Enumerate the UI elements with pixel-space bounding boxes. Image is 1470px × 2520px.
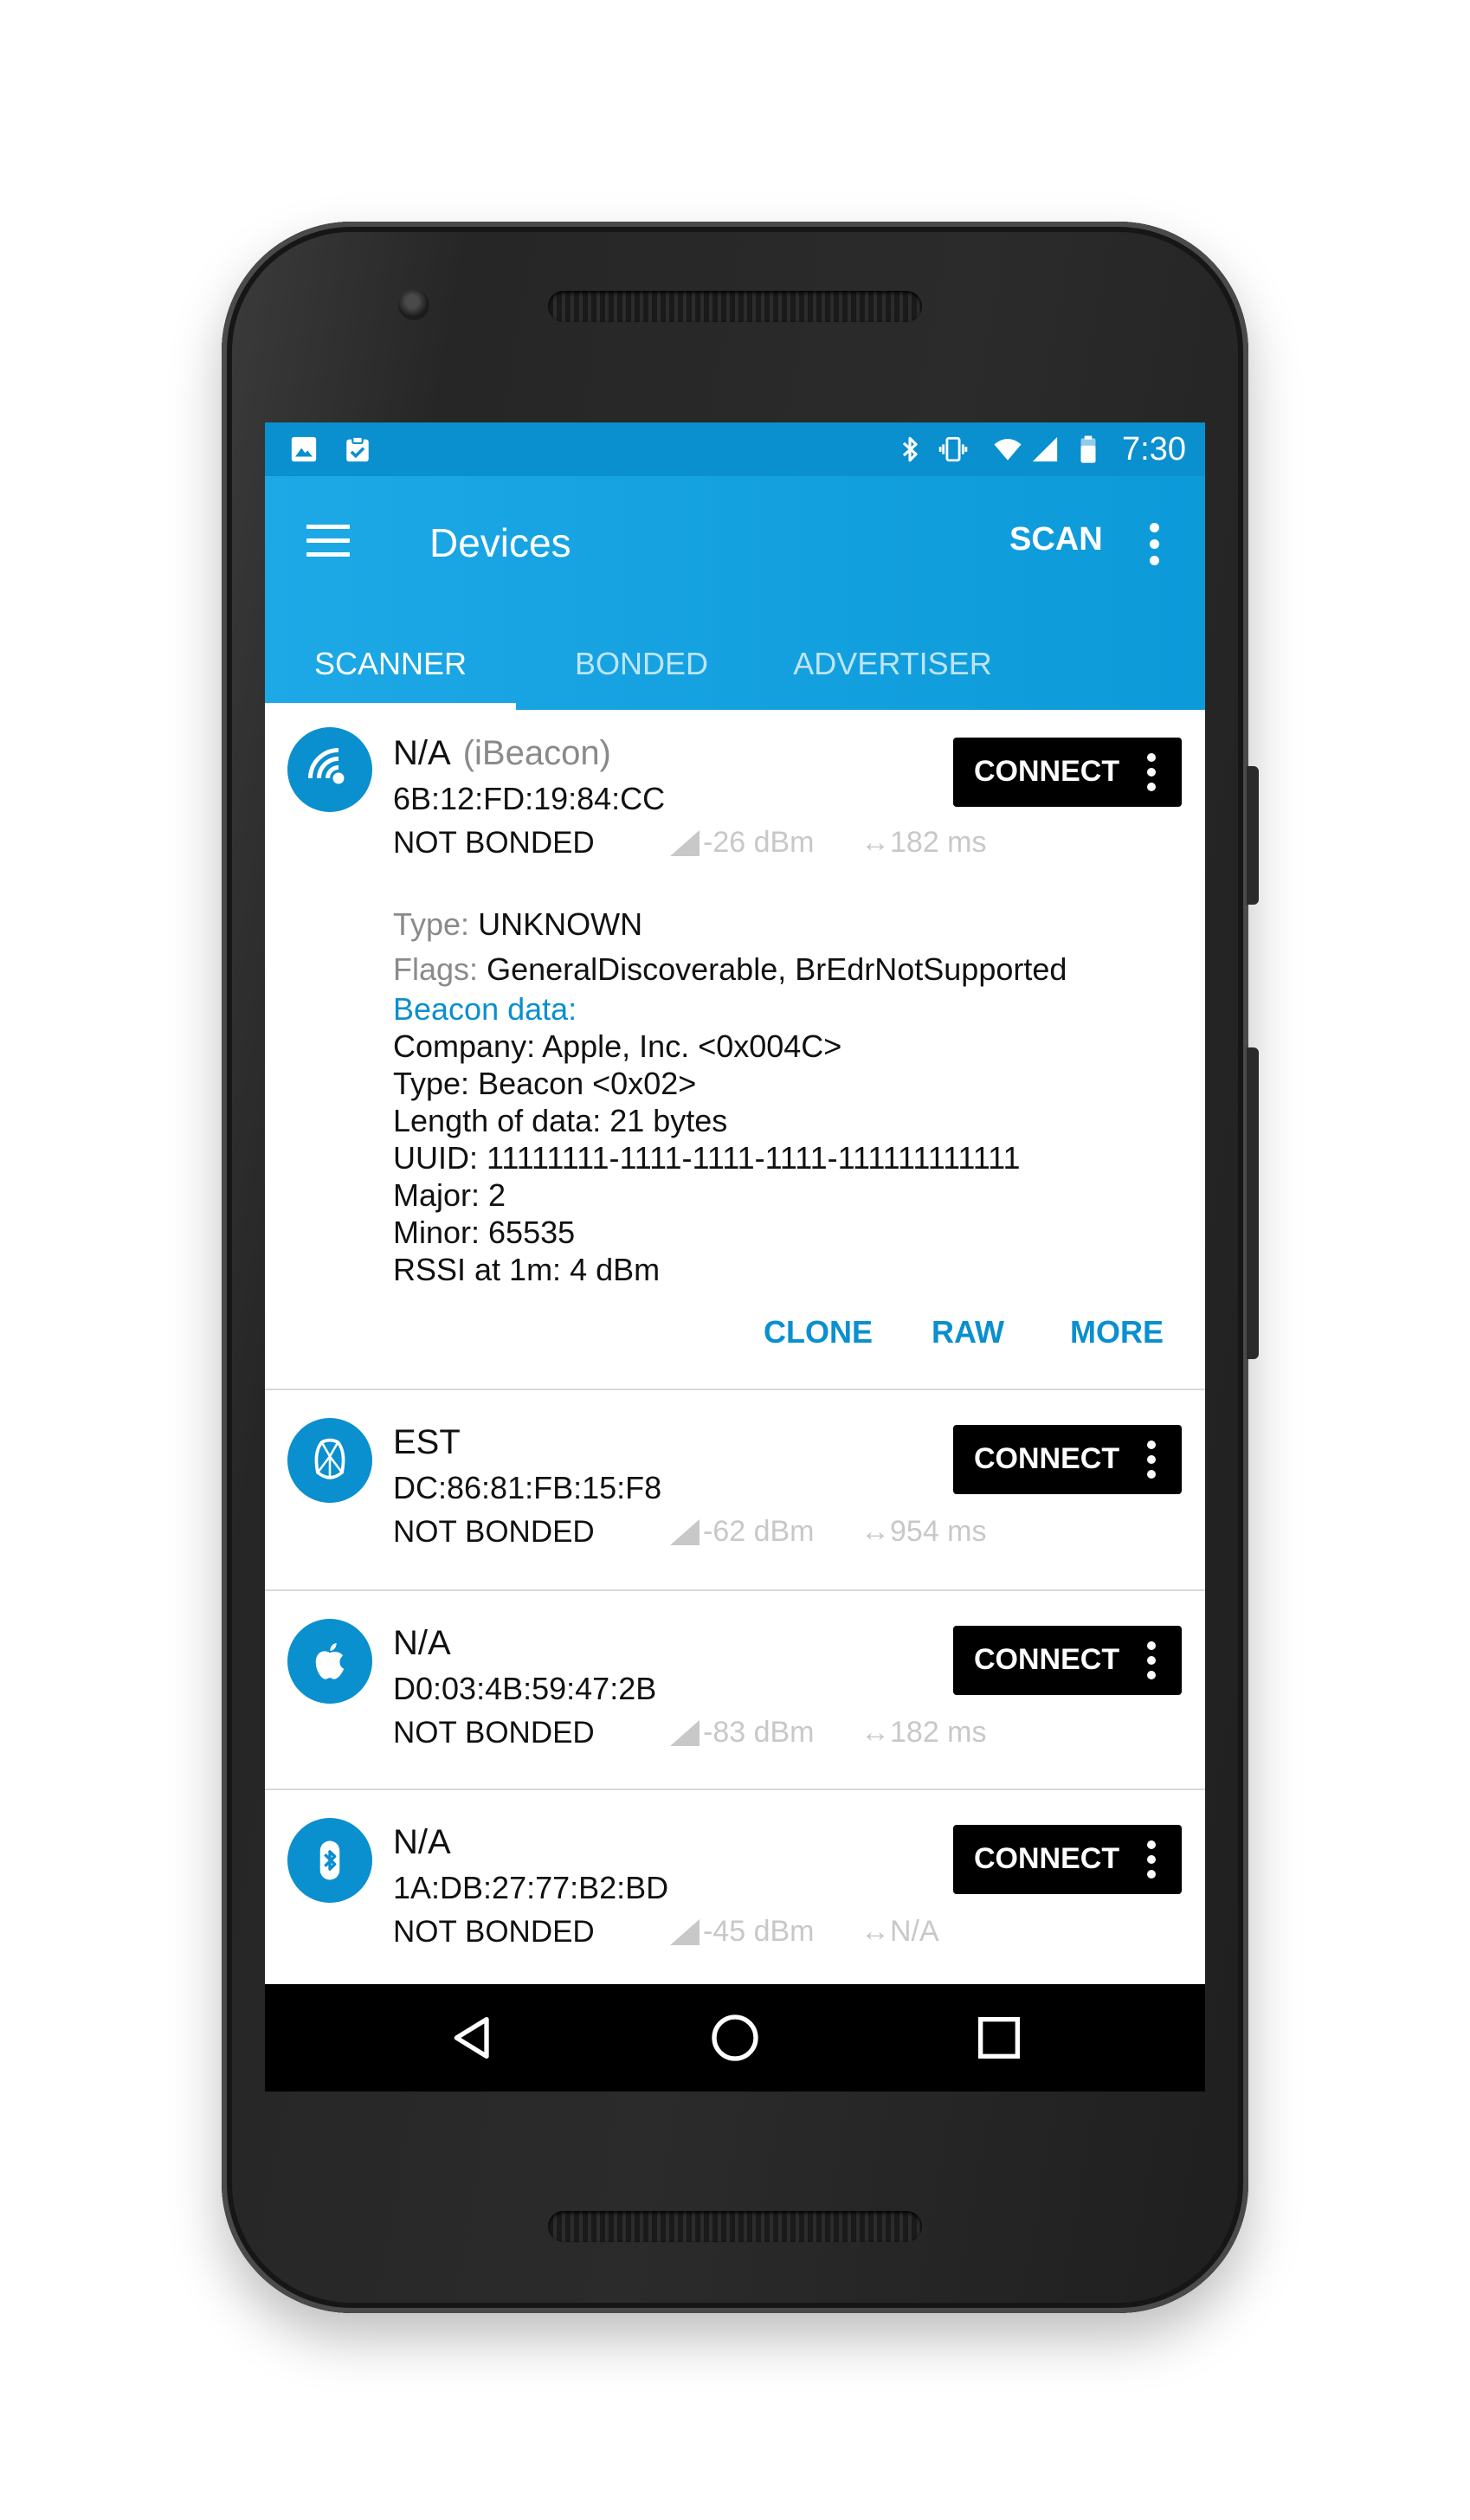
device-address: D0:03:4B:59:47:2B (393, 1671, 657, 1706)
tab-scanner[interactable]: SCANNER (265, 646, 516, 710)
device-overflow-icon[interactable] (1147, 753, 1157, 797)
device-name: N/A (iBeacon) (393, 734, 611, 773)
flags-value: GeneralDiscoverable, BrEdrNotSupported (487, 951, 1067, 987)
bond-state: NOT BONDED (393, 1515, 595, 1549)
connect-label: CONNECT (974, 1643, 1120, 1676)
signal-strength-icon (670, 1719, 700, 1746)
signal-strength-icon (670, 1518, 700, 1545)
screen: 7:30 Devices SCAN SCANNER BONDED ADVERTI… (265, 422, 1205, 2091)
device-type-tag: (iBeacon) (462, 734, 611, 772)
volume-rocker (1247, 1047, 1259, 1359)
type-key: Type: (393, 906, 470, 942)
type-value: UNKNOWN (478, 906, 643, 942)
vibrate-icon (938, 436, 968, 462)
bond-state: NOT BONDED (393, 1915, 595, 1949)
more-button[interactable]: MORE (1070, 1314, 1164, 1350)
beacon-length: Length of data: 21 bytes (393, 1103, 728, 1138)
device-address: 1A:DB:27:77:B2:BD (393, 1870, 669, 1905)
device-card[interactable]: N/A 1A:DB:27:77:B2:BD NOT BONDED -45 dBm… (265, 1790, 1205, 1989)
rssi-text: -26 dBm (703, 826, 815, 859)
rssi-text: -45 dBm (703, 1915, 815, 1948)
cell-signal-icon (1032, 436, 1058, 462)
tab-bonded[interactable]: BONDED (516, 646, 767, 710)
active-tab-indicator (265, 703, 516, 710)
advertising-interval: ↔182 ms (861, 1716, 987, 1749)
rssi-value: -26 dBm (670, 826, 815, 860)
bluetooth-icon (902, 436, 918, 462)
device-name-text: N/A (393, 734, 451, 772)
device-card[interactable]: EST DC:86:81:FB:15:F8 NOT BONDED -62 dBm… (265, 1390, 1205, 1591)
device-card[interactable]: N/A D0:03:4B:59:47:2B NOT BONDED -83 dBm… (265, 1591, 1205, 1790)
beacon-minor: Minor: 65535 (393, 1215, 576, 1250)
beacon-company: Company: Apple, Inc. <0x004C> (393, 1028, 842, 1064)
tab-advertiser[interactable]: ADVERTISER (767, 646, 1018, 710)
device-overflow-icon[interactable] (1147, 1840, 1157, 1885)
beacon-icon (287, 727, 372, 812)
device-overflow-icon[interactable] (1147, 1440, 1157, 1485)
rssi-value: -83 dBm (670, 1716, 815, 1750)
signal-strength-icon (670, 829, 700, 856)
bond-state: NOT BONDED (393, 826, 595, 860)
bluetooth-icon (287, 1818, 372, 1903)
overflow-menu-icon[interactable] (1150, 523, 1160, 572)
advertising-interval: ↔954 ms (861, 1515, 987, 1548)
connect-button[interactable]: CONNECT (953, 1626, 1182, 1695)
bond-state: NOT BONDED (393, 1716, 595, 1750)
device-name: EST (393, 1423, 461, 1461)
connect-label: CONNECT (974, 1442, 1120, 1475)
bottom-speaker-grille (548, 2211, 922, 2242)
page-title: Devices (429, 520, 571, 565)
app-bar: Devices SCAN SCANNER BONDED ADVERTISER (265, 476, 1205, 710)
connect-label: CONNECT (974, 1842, 1120, 1875)
raw-button[interactable]: RAW (932, 1314, 1004, 1350)
rssi-value: -45 dBm (670, 1915, 815, 1949)
flags-key: Flags: (393, 951, 479, 987)
estimote-icon (287, 1418, 372, 1503)
connect-button[interactable]: CONNECT (953, 1425, 1182, 1494)
tab-bar: SCANNER BONDED ADVERTISER (265, 646, 1205, 710)
status-bar: 7:30 (265, 422, 1205, 476)
clock: 7:30 (1122, 431, 1186, 467)
connect-button[interactable]: CONNECT (953, 738, 1182, 807)
rssi-value: -62 dBm (670, 1515, 815, 1549)
wifi-icon (994, 438, 1022, 461)
clipboard-check-icon (346, 435, 369, 462)
front-camera (398, 289, 429, 320)
connect-button[interactable]: CONNECT (953, 1825, 1182, 1894)
device-address: DC:86:81:FB:15:F8 (393, 1470, 662, 1505)
beacon-major: Major: 2 (393, 1177, 506, 1213)
home-icon[interactable] (707, 2010, 763, 2066)
scan-button[interactable]: SCAN (1009, 521, 1103, 558)
beacon-type: Type: Beacon <0x02> (393, 1066, 697, 1101)
device-name: N/A (393, 1624, 451, 1662)
device-overflow-icon[interactable] (1147, 1641, 1157, 1685)
apple-icon (287, 1619, 372, 1704)
back-icon[interactable] (445, 2010, 500, 2066)
device-card[interactable]: N/A (iBeacon) 6B:12:FD:19:84:CC NOT BONDE… (265, 710, 1205, 1390)
image-icon (291, 436, 317, 462)
navigation-bar (265, 1984, 1205, 2091)
battery-icon (1080, 435, 1096, 463)
advertising-interval: ↔182 ms (861, 826, 987, 859)
beacon-data: Beacon data: Company: Apple, Inc. <0x004… (393, 990, 1021, 1288)
top-speaker-grille (548, 291, 922, 322)
beacon-data-header: Beacon data: (393, 991, 577, 1027)
device-details: Type: UNKNOWN Flags: GeneralDiscoverable… (393, 902, 1067, 992)
advertising-interval: ↔N/A (861, 1915, 939, 1948)
beacon-rssi-1m: RSSI at 1m: 4 dBm (393, 1252, 661, 1287)
signal-strength-icon (670, 1918, 700, 1945)
rssi-text: -83 dBm (703, 1716, 815, 1749)
device-address: 6B:12:FD:19:84:CC (393, 781, 666, 816)
rssi-text: -62 dBm (703, 1515, 815, 1548)
connect-label: CONNECT (974, 755, 1120, 788)
beacon-uuid: UUID: 11111111-1111-1111-1111-1111111111… (393, 1140, 1021, 1176)
clone-button[interactable]: CLONE (764, 1314, 873, 1350)
recents-icon[interactable] (971, 2010, 1027, 2066)
hamburger-menu-icon[interactable] (306, 525, 350, 559)
device-name: N/A (393, 1823, 451, 1861)
power-button (1247, 766, 1259, 905)
